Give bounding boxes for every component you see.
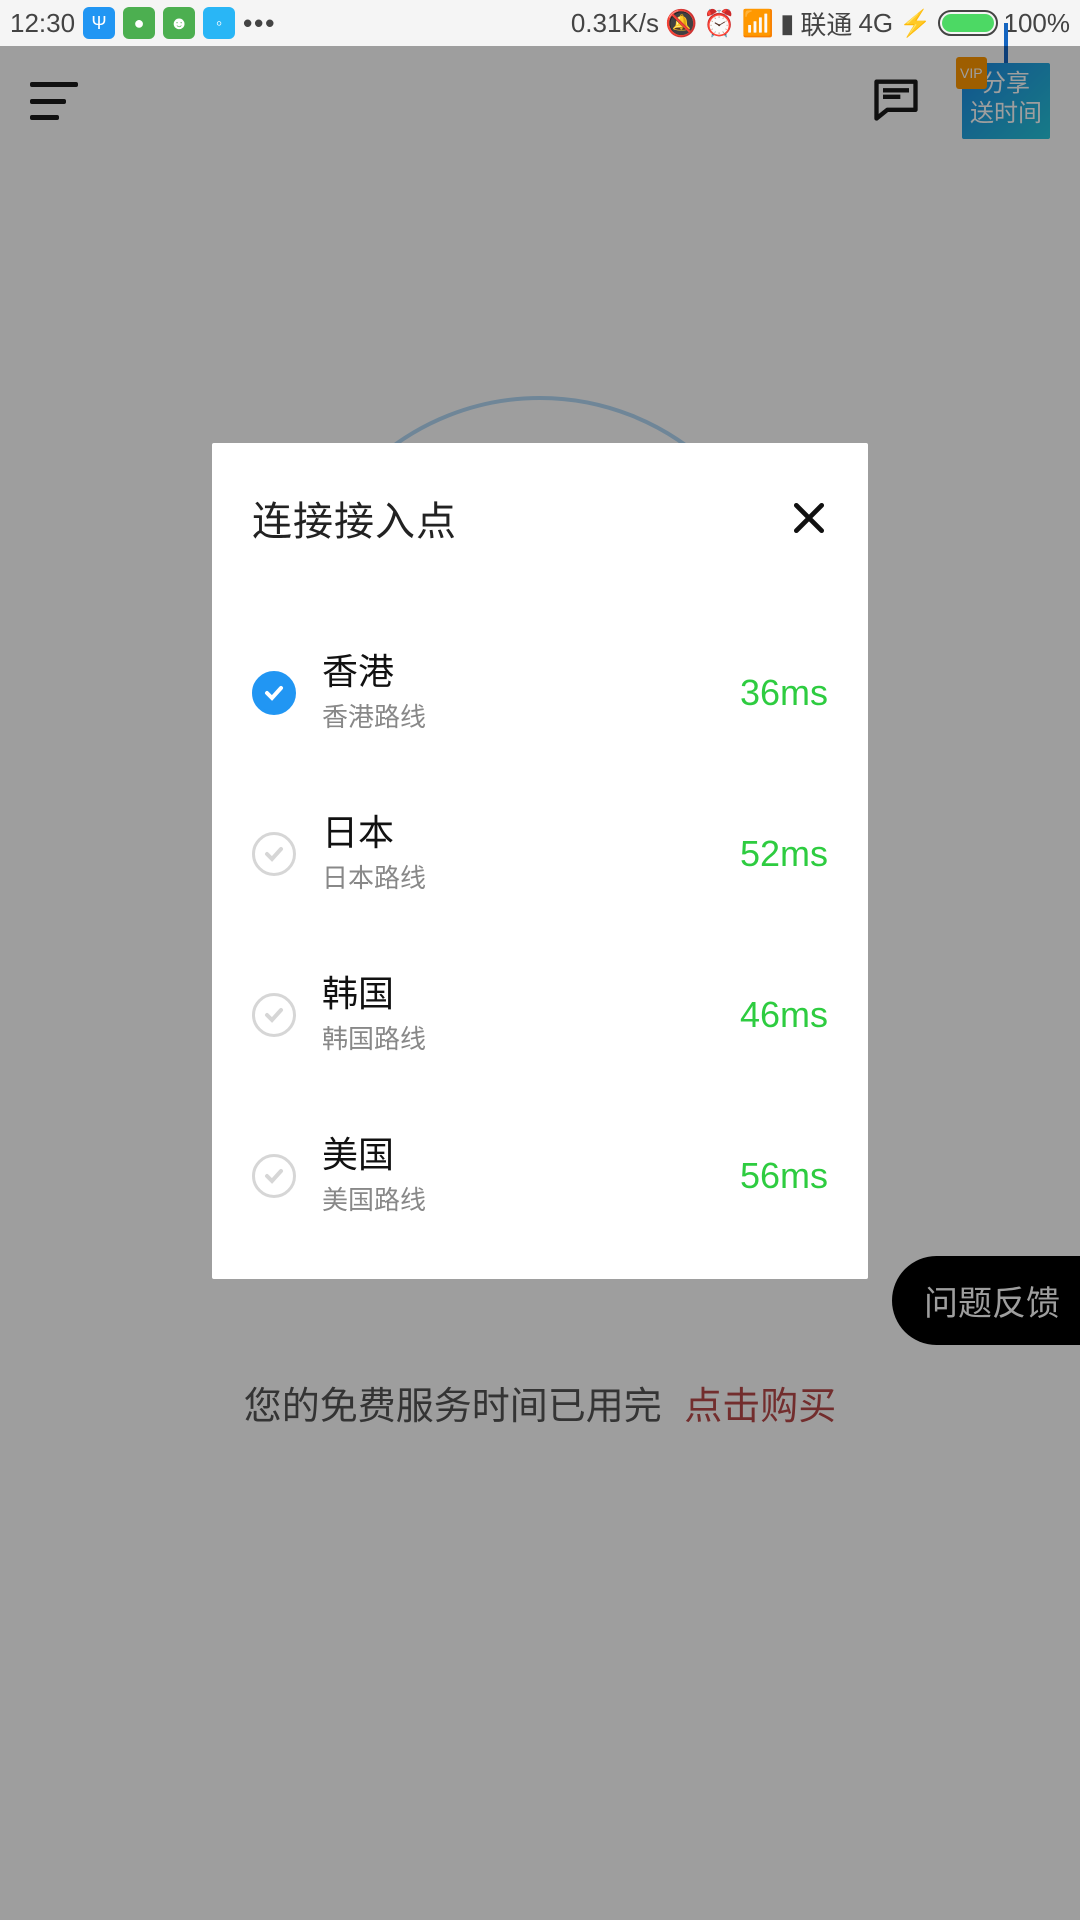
battery-percent: 100% <box>1004 8 1071 39</box>
access-point-row[interactable]: 美国 美国路线 56ms <box>252 1110 828 1241</box>
check-icon <box>252 832 296 876</box>
network-type: 4G <box>858 8 893 39</box>
alarm-icon: ⏰ <box>703 8 735 39</box>
status-bar-left: 12:30 Ψ ● ☻ ◦ ••• <box>10 7 276 39</box>
modal-overlay[interactable]: 连接接入点 香港 香港路线 36ms 日本 日本路线 52ms <box>0 46 1080 1920</box>
close-button[interactable] <box>790 499 828 537</box>
ap-subtitle: 日本路线 <box>322 858 740 895</box>
status-more-icon: ••• <box>243 8 276 39</box>
ap-name: 日本 <box>322 812 740 854</box>
ap-subtitle: 韩国路线 <box>322 1019 740 1056</box>
ap-latency: 46ms <box>740 994 828 1036</box>
ap-latency: 52ms <box>740 833 828 875</box>
ap-subtitle: 美国路线 <box>322 1180 740 1217</box>
charging-icon: ⚡ <box>899 8 931 39</box>
status-usb-icon: Ψ <box>83 7 115 39</box>
access-point-row[interactable]: 日本 日本路线 52ms <box>252 788 828 919</box>
ap-latency: 56ms <box>740 1155 828 1197</box>
ap-name: 香港 <box>322 651 740 693</box>
ap-latency: 36ms <box>740 672 828 714</box>
access-point-modal: 连接接入点 香港 香港路线 36ms 日本 日本路线 52ms <box>212 443 868 1279</box>
carrier-label: 联通 <box>800 5 852 42</box>
check-icon <box>252 1154 296 1198</box>
status-speed: 0.31K/s <box>571 8 659 39</box>
wifi-icon: 📶 <box>742 8 774 39</box>
modal-title: 连接接入点 <box>252 489 457 547</box>
status-app-icon-1: ● <box>123 7 155 39</box>
check-icon <box>252 993 296 1037</box>
status-time: 12:30 <box>10 8 75 39</box>
access-point-row[interactable]: 韩国 韩国路线 46ms <box>252 949 828 1080</box>
status-app-icon-2: ☻ <box>163 7 195 39</box>
access-point-row[interactable]: 香港 香港路线 36ms <box>252 627 828 758</box>
bell-muted-icon: 🔕 <box>665 8 697 39</box>
status-bar-right: 0.31K/s 🔕 ⏰ 📶 ▮ 联通 4G ⚡ 100% <box>571 5 1070 42</box>
ap-subtitle: 香港路线 <box>322 697 740 734</box>
ap-name: 美国 <box>322 1134 740 1176</box>
status-app-icon-3: ◦ <box>203 7 235 39</box>
status-bar: 12:30 Ψ ● ☻ ◦ ••• 0.31K/s 🔕 ⏰ 📶 ▮ 联通 4G … <box>0 0 1080 46</box>
signal-icon: ▮ <box>780 8 794 39</box>
battery-indicator <box>938 10 998 36</box>
check-icon <box>252 671 296 715</box>
ap-name: 韩国 <box>322 973 740 1015</box>
